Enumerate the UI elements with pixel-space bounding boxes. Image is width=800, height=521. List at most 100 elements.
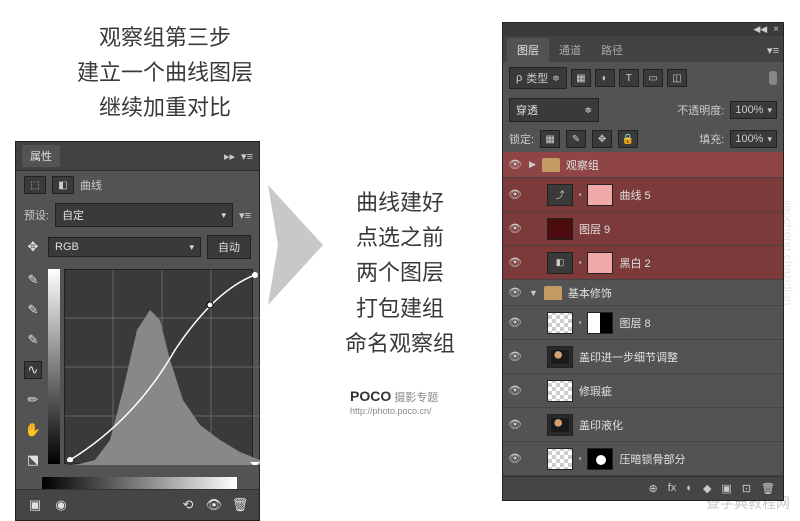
tab-layers[interactable]: 图层: [507, 38, 549, 62]
clip-layer-icon[interactable]: ▣: [26, 496, 44, 514]
mask-thumb[interactable]: [587, 448, 613, 470]
layer-row[interactable]: 👁 修瑕疵: [503, 374, 783, 408]
panel-menu-icon[interactable]: ▾≡: [767, 44, 779, 57]
layer-row[interactable]: 👁 ⬝ 图层 8: [503, 306, 783, 340]
layer-name[interactable]: 盖印进一步细节调整: [579, 349, 779, 365]
mask-thumb[interactable]: [587, 252, 613, 274]
collapse-panel-icon[interactable]: ◀◀: [753, 24, 767, 35]
lock-position-icon[interactable]: ✥: [592, 130, 612, 148]
collapse-icon[interactable]: ▸▸: [224, 150, 235, 163]
visibility-icon[interactable]: 👁: [507, 222, 523, 235]
mask-thumb[interactable]: [587, 312, 613, 334]
layer-row[interactable]: 👁 ▶ 观察组: [503, 152, 783, 178]
preset-dropdown[interactable]: 自定▾: [55, 203, 233, 227]
layer-name[interactable]: 修瑕疵: [579, 383, 779, 399]
lock-paint-icon[interactable]: ✎: [566, 130, 586, 148]
link-icon[interactable]: ⬝: [579, 189, 581, 200]
tab-channels[interactable]: 通道: [549, 38, 591, 62]
filter-adj-icon[interactable]: ◐: [595, 69, 615, 87]
hand-icon[interactable]: ✋: [24, 421, 42, 439]
eyedropper-white-icon[interactable]: ✎: [24, 331, 42, 349]
view-prev-icon[interactable]: ◉: [52, 496, 70, 514]
eyedropper-black-icon[interactable]: ✎: [24, 271, 42, 289]
layer-row[interactable]: 👁 盖印进一步细节调整: [503, 340, 783, 374]
layer-row[interactable]: 👁◧⬝黑白 2: [503, 246, 783, 280]
visibility-icon[interactable]: 👁: [507, 452, 523, 465]
mask-thumb[interactable]: [587, 184, 613, 206]
new-group-icon[interactable]: ▣: [721, 482, 731, 495]
layer-row[interactable]: 👁 ▼ 基本修饰: [503, 280, 783, 306]
layer-name[interactable]: 曲线 5: [619, 187, 779, 203]
eyedropper-gray-icon[interactable]: ✎: [24, 301, 42, 319]
layer-thumb[interactable]: [547, 218, 573, 240]
layer-name[interactable]: 盖印液化: [579, 417, 779, 433]
fill-input[interactable]: 100%▾: [730, 130, 777, 148]
fill-label: 填充:: [699, 131, 724, 147]
fx-icon[interactable]: fx: [668, 482, 677, 495]
reset-icon[interactable]: ⟲: [179, 496, 197, 514]
mask-icon[interactable]: ◧: [52, 176, 74, 194]
panel-menu-icon[interactable]: ▾≡: [241, 150, 253, 163]
filter-type-icon[interactable]: T: [619, 69, 639, 87]
tab-paths[interactable]: 路径: [591, 38, 633, 62]
visibility-icon[interactable]: 👁: [507, 418, 523, 431]
channel-dropdown[interactable]: RGB▾: [48, 237, 201, 257]
filter-toggle[interactable]: [769, 71, 777, 85]
layer-name[interactable]: 图层 8: [619, 315, 779, 331]
layer-thumb[interactable]: [547, 448, 573, 470]
layer-row[interactable]: 👁 ⬝ 压暗锁骨部分: [503, 442, 783, 476]
disclosure-icon[interactable]: ▶: [529, 159, 536, 170]
close-panel-icon[interactable]: ×: [773, 24, 779, 35]
filter-kind-dropdown[interactable]: ρ类型≑: [509, 67, 567, 89]
visibility-icon[interactable]: 👁: [507, 158, 523, 171]
curve-graph[interactable]: [64, 269, 253, 464]
filter-smart-icon[interactable]: ◫: [667, 69, 687, 87]
curve-smooth-icon[interactable]: ∿: [24, 361, 42, 379]
poco-watermark: POCO 摄影专题 http://photo.poco.cn/: [350, 388, 438, 417]
layer-row[interactable]: 👁⤴⬝曲线 5: [503, 178, 783, 212]
layer-row[interactable]: 👁 盖印液化: [503, 408, 783, 442]
visibility-icon[interactable]: 👁: [507, 384, 523, 397]
delete-adj-icon[interactable]: 🗑: [231, 496, 249, 514]
layer-name[interactable]: 图层 9: [579, 221, 779, 237]
properties-tab[interactable]: 属性: [22, 145, 60, 167]
lock-all-icon[interactable]: 🔒: [618, 130, 638, 148]
filter-shape-icon[interactable]: ▭: [643, 69, 663, 87]
auto-button[interactable]: 自动: [207, 235, 251, 259]
histogram-icon[interactable]: ⬔: [24, 451, 42, 469]
new-layer-icon[interactable]: ⊡: [742, 482, 751, 495]
layer-thumb[interactable]: [547, 414, 573, 436]
layer-thumb[interactable]: [547, 346, 573, 368]
layers-footer: ⊕ fx ◐ ◆ ▣ ⊡ 🗑: [503, 476, 783, 500]
link-icon[interactable]: ⬝: [579, 257, 581, 268]
preset-menu-icon[interactable]: ▾≡: [239, 209, 251, 222]
add-mask-icon[interactable]: ◐: [686, 482, 693, 495]
visibility-icon[interactable]: 👁: [507, 188, 523, 201]
curve-pencil-icon[interactable]: ✏: [24, 391, 42, 409]
properties-panel: 属性 ▸▸ ▾≡ ⬚ ◧ 曲线 预设: 自定▾ ▾≡ ✥ RGB▾ 自动 ✎ ✎…: [15, 141, 260, 521]
toggle-vis-icon[interactable]: 👁: [205, 496, 223, 514]
lock-transparent-icon[interactable]: ▦: [540, 130, 560, 148]
layer-list: 👁▶观察组👁⤴⬝曲线 5👁图层 9👁◧⬝黑白 2👁▼基本修饰👁⬝图层 8👁盖印进…: [503, 152, 783, 476]
delete-layer-icon[interactable]: 🗑: [761, 482, 775, 495]
target-adjust-icon[interactable]: ✥: [24, 238, 42, 256]
filter-pixel-icon[interactable]: ▦: [571, 69, 591, 87]
visibility-icon[interactable]: 👁: [507, 316, 523, 329]
add-adj-icon[interactable]: ◆: [703, 482, 711, 495]
layer-name[interactable]: 基本修饰: [568, 285, 779, 301]
blend-mode-dropdown[interactable]: 穿透≑: [509, 98, 599, 122]
visibility-icon[interactable]: 👁: [507, 286, 523, 299]
layer-thumb[interactable]: [547, 380, 573, 402]
visibility-icon[interactable]: 👁: [507, 256, 523, 269]
visibility-icon[interactable]: 👁: [507, 350, 523, 363]
opacity-input[interactable]: 100%▾: [730, 101, 777, 119]
layer-name[interactable]: 观察组: [566, 157, 779, 173]
layer-thumb[interactable]: [547, 312, 573, 334]
layer-row[interactable]: 👁 图层 9: [503, 212, 783, 246]
layer-name[interactable]: 压暗锁骨部分: [619, 451, 779, 467]
link-icon[interactable]: ⬝: [579, 317, 581, 328]
link-layers-icon[interactable]: ⊕: [649, 482, 658, 495]
disclosure-icon[interactable]: ▼: [529, 288, 538, 298]
link-icon[interactable]: ⬝: [579, 453, 581, 464]
layer-name[interactable]: 黑白 2: [619, 255, 779, 271]
